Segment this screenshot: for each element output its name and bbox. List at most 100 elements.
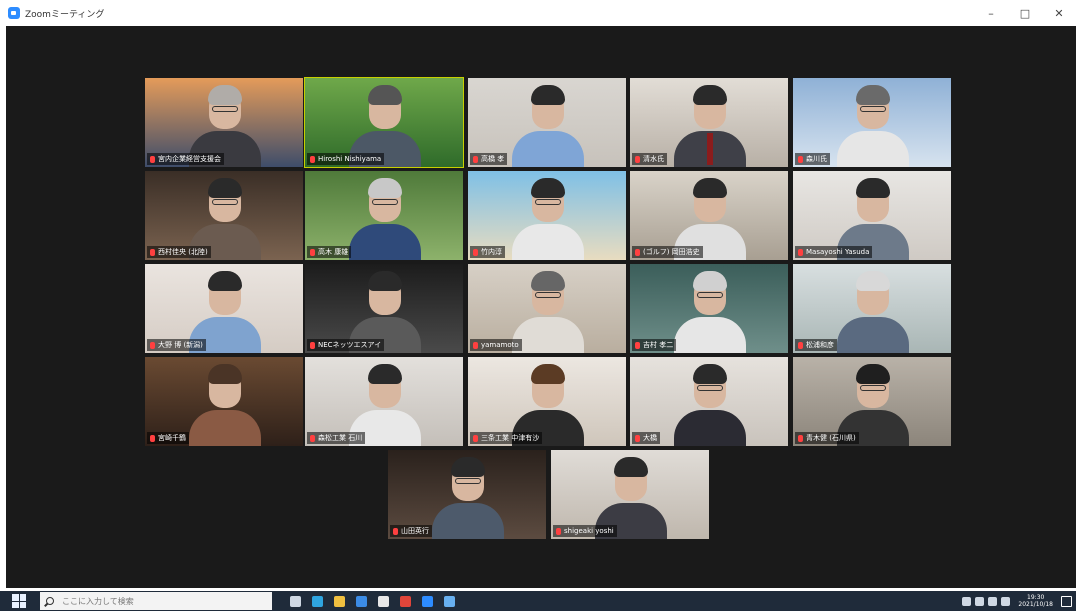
close-button[interactable]: ✕ (1042, 0, 1076, 26)
participant-name-tag: (ゴルフ) 岡田浩史 (632, 246, 703, 258)
ime-icon[interactable] (1001, 596, 1011, 606)
muted-mic-icon (635, 155, 640, 163)
minimize-button[interactable]: – (974, 0, 1008, 26)
title-bar: Zoomミーティング – □ ✕ (0, 0, 1076, 26)
network-icon[interactable] (975, 596, 985, 606)
participant-video (669, 358, 749, 446)
notification-icon[interactable] (1061, 595, 1072, 607)
taskbar-search[interactable] (40, 592, 272, 610)
zoom-icon[interactable] (418, 592, 436, 610)
taskbar-clock[interactable]: 19:30 2021/10/18 (1018, 594, 1053, 608)
task-view-icon[interactable] (286, 592, 304, 610)
search-icon (46, 597, 54, 605)
participant-name: 山田英行 (401, 527, 429, 535)
participant-name: 大橋 (643, 434, 657, 442)
participant-tile[interactable]: 西村佳央 (北陸) (145, 171, 303, 260)
maximize-button[interactable]: □ (1008, 0, 1042, 26)
participant-tile[interactable]: 森川氏 (793, 78, 951, 167)
mail-icon[interactable] (352, 592, 370, 610)
muted-mic-icon (473, 341, 478, 349)
participant-name-tag: 竹内淳 (470, 246, 505, 258)
muted-mic-icon (798, 248, 803, 256)
participant-tile[interactable]: 松浦和彦 (793, 264, 951, 353)
volume-icon[interactable] (988, 596, 998, 606)
zoom-logo-icon (8, 7, 20, 19)
participant-name-tag: 三条工業 中津有沙 (470, 432, 543, 444)
participant-tile[interactable]: yamamoto (468, 264, 626, 353)
muted-mic-icon (150, 248, 155, 256)
muted-mic-icon (310, 155, 315, 163)
participant-name-tag: 森川氏 (795, 153, 830, 165)
participant-name: 竹内淳 (481, 248, 502, 256)
muted-mic-icon (635, 434, 640, 442)
participant-tile[interactable]: (ゴルフ) 岡田浩史 (630, 171, 788, 260)
windows-start-icon[interactable] (12, 594, 26, 608)
participant-name-tag: 清水氏 (632, 153, 667, 165)
chrome-icon[interactable] (396, 592, 414, 610)
participant-video (669, 265, 749, 353)
participant-name-tag: Masayoshi Yasuda (795, 246, 873, 258)
participant-name-tag: NECネッツエスアイ (307, 339, 385, 351)
muted-mic-icon (798, 341, 803, 349)
participant-video (669, 79, 749, 167)
participant-name: 森川氏 (806, 155, 827, 163)
participant-tile[interactable]: 宮内企業経営支援会 (145, 78, 303, 167)
participant-video (832, 265, 912, 353)
participant-name-tag: 吉村 孝二 (632, 339, 677, 351)
participant-tile[interactable]: 大野 博 (新潟) (145, 264, 303, 353)
participant-tile[interactable]: 大橋 (630, 357, 788, 446)
participant-name: 宮内企業経営支援会 (158, 155, 221, 163)
participant-tile[interactable]: 高橋 孝 (468, 78, 626, 167)
muted-mic-icon (556, 527, 561, 535)
muted-mic-icon (310, 341, 315, 349)
muted-mic-icon (635, 341, 640, 349)
participant-name-tag: 山田英行 (390, 525, 432, 537)
participant-video (427, 451, 507, 539)
participant-tile[interactable]: 竹内淳 (468, 171, 626, 260)
participant-name: 高木 康雄 (318, 248, 349, 256)
participant-name-tag: shigeaki yoshi (553, 525, 617, 537)
explorer-icon[interactable] (330, 592, 348, 610)
participant-name-tag: 松浦和彦 (795, 339, 837, 351)
participant-name: (ゴルフ) 岡田浩史 (643, 248, 700, 256)
participant-name: 松浦和彦 (806, 341, 834, 349)
muted-mic-icon (473, 434, 478, 442)
participant-tile[interactable]: 清水氏 (630, 78, 788, 167)
muted-mic-icon (150, 434, 155, 442)
participant-name: Hiroshi Nishiyama (318, 155, 382, 163)
muted-mic-icon (150, 341, 155, 349)
participant-tile[interactable]: 高木 康雄 (305, 171, 463, 260)
participant-name-tag: 宮内企業経営支援会 (147, 153, 224, 165)
muted-mic-icon (635, 248, 640, 256)
chevron-up-icon[interactable] (962, 596, 972, 606)
participant-tile[interactable]: Masayoshi Yasuda (793, 171, 951, 260)
clock-date: 2021/10/18 (1018, 601, 1053, 608)
edge-icon[interactable] (308, 592, 326, 610)
participant-name: 吉村 孝二 (643, 341, 674, 349)
participant-tile[interactable]: 青木健 (石川県) (793, 357, 951, 446)
participant-name-tag: 大野 博 (新潟) (147, 339, 206, 351)
participant-video (507, 172, 587, 260)
participant-video (832, 79, 912, 167)
participant-name-tag: 高木 康雄 (307, 246, 352, 258)
gallery-view: 宮内企業経営支援会 Hiroshi Nishiyama 高橋 孝 清水氏 森川氏西村佳央… (6, 26, 1076, 588)
participant-tile[interactable]: 吉村 孝二 (630, 264, 788, 353)
participant-tile[interactable]: 宮崎千鶴 (145, 357, 303, 446)
store-icon[interactable] (374, 592, 392, 610)
window-title: Zoomミーティング (25, 9, 105, 20)
participant-tile[interactable]: 森松工業 石川 (305, 357, 463, 446)
app-icon[interactable] (440, 592, 458, 610)
search-input[interactable] (62, 596, 262, 606)
participant-tile[interactable]: 山田英行 (388, 450, 546, 539)
participant-video (507, 79, 587, 167)
participant-tile[interactable]: Hiroshi Nishiyama (304, 77, 464, 168)
participant-tile[interactable]: 三条工業 中津有沙 (468, 357, 626, 446)
participant-name: shigeaki yoshi (564, 527, 614, 535)
system-tray: 19:30 2021/10/18 (962, 591, 1072, 611)
participant-tile[interactable]: NECネッツエスアイ (305, 264, 463, 353)
participant-name: 青木健 (石川県) (806, 434, 856, 442)
participant-tile[interactable]: shigeaki yoshi (551, 450, 709, 539)
participant-video (344, 172, 424, 260)
participant-name: 高橋 孝 (481, 155, 505, 163)
clock-time: 19:30 (1027, 594, 1045, 601)
